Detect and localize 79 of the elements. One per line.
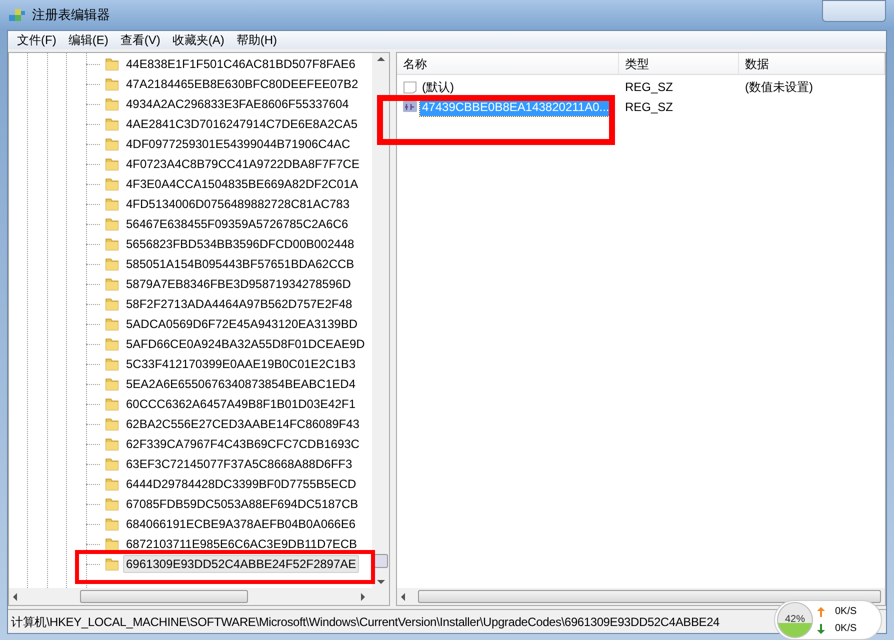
download-arrow-icon bbox=[817, 624, 825, 634]
tree-item[interactable]: 62BA2C556E27CED3AABE14FC86089F43 bbox=[123, 415, 362, 433]
tree-item[interactable]: 6872103711E985E6C6AC3E9DB11D7ECB bbox=[123, 535, 360, 553]
tree-item[interactable]: 47A2184465EB8E630BFC80DEEFEE07B2 bbox=[123, 75, 362, 93]
tree-item[interactable]: 5AFD66CE0A924BA32A55D8F01DCEAE9D bbox=[123, 335, 368, 353]
folder-icon bbox=[104, 356, 120, 372]
folder-icon bbox=[104, 396, 120, 412]
folder-icon bbox=[104, 56, 120, 72]
folder-icon bbox=[104, 476, 120, 492]
string-value-icon bbox=[402, 99, 418, 115]
tree-item[interactable]: 62F339CA7967F4C43B69CFC7CDB1693C bbox=[123, 435, 362, 453]
tree-item[interactable]: 67085FDB59DC5053A88EF694DC5187CB bbox=[123, 495, 362, 513]
value-name[interactable]: (默认) bbox=[420, 78, 456, 96]
folder-icon bbox=[104, 76, 120, 92]
tree-item[interactable]: 4AE2841C3D7016247914C7DE6E8A2CA5 bbox=[123, 115, 361, 133]
folder-icon bbox=[104, 456, 120, 472]
folder-icon bbox=[104, 376, 120, 392]
column-header[interactable]: 类型 bbox=[619, 53, 739, 74]
tree-item[interactable]: 4934A2AC296833E3FAE8606F55337604 bbox=[123, 95, 352, 113]
menu-item[interactable]: 查看(V) bbox=[115, 31, 166, 49]
gauge-fill bbox=[778, 622, 812, 637]
menu-item[interactable]: 收藏夹(A) bbox=[167, 31, 230, 49]
folder-icon bbox=[104, 156, 120, 172]
folder-icon bbox=[104, 316, 120, 332]
tree-item[interactable]: 5656823FBD534BB3596DFCD00B002448 bbox=[123, 235, 358, 253]
tree-item[interactable]: 5EA2A6E6550676340873854BEABC1ED4 bbox=[123, 375, 359, 393]
tree-item[interactable]: 63EF3C72145077F37A5C8668A88D6FF3 bbox=[123, 455, 356, 473]
folder-icon bbox=[104, 96, 120, 112]
horizontal-scrollbar[interactable] bbox=[397, 588, 885, 605]
menu-item[interactable]: 编辑(E) bbox=[63, 31, 114, 49]
tree-item[interactable]: 585051A154B095443BF57651BDA62CCB bbox=[123, 255, 358, 273]
tree-item[interactable]: 44E838E1F1F501C46AC81BD507F8FAE6 bbox=[123, 55, 358, 73]
registry-cubes-icon bbox=[8, 7, 26, 23]
status-path: 计算机\HKEY_LOCAL_MACHINE\SOFTWARE\Microsoft\Windows\CurrentVersion\Installer\UpgradeCodes\6961309E93DD52C4ABBE24 bbox=[11, 614, 720, 630]
folder-icon bbox=[104, 436, 120, 452]
tree-item[interactable]: 4FD5134006D0756489882728C81AC783 bbox=[123, 195, 353, 213]
folder-icon bbox=[104, 176, 120, 192]
column-header[interactable]: 数据 bbox=[739, 53, 885, 74]
upload-speed: 0K/S bbox=[835, 605, 857, 619]
close-button[interactable] bbox=[822, 0, 886, 22]
folder-icon bbox=[104, 136, 120, 152]
tree-item[interactable]: 6444D29784428DC3399BF0D7755B5ECD bbox=[123, 475, 360, 493]
value-type: REG_SZ bbox=[624, 99, 674, 116]
tree-item[interactable]: 58F2F2713ADA4464A97B562D757E2F48 bbox=[123, 295, 356, 313]
folder-icon bbox=[104, 256, 120, 272]
folder-icon bbox=[104, 296, 120, 312]
folder-icon bbox=[104, 216, 120, 232]
tree-item[interactable]: 4DF0977259301E54399044B71906C4AC bbox=[123, 135, 354, 153]
folder-icon bbox=[104, 556, 120, 572]
folder-icon bbox=[104, 496, 120, 512]
tree-item[interactable]: 4F0723A4C8B79CC41A9722DBA8F7F7CE bbox=[123, 155, 362, 173]
folder-icon bbox=[104, 516, 120, 532]
folder-icon bbox=[104, 336, 120, 352]
vertical-scrollbar[interactable] bbox=[372, 53, 389, 588]
upload-arrow-icon bbox=[817, 606, 825, 616]
tree-item[interactable]: 5C33F412170399E0AAE19B0C01E2C1B3 bbox=[123, 355, 359, 373]
download-speed: 0K/S bbox=[835, 622, 857, 636]
value-type: REG_SZ bbox=[624, 79, 674, 96]
folder-icon bbox=[104, 236, 120, 252]
tree-item[interactable]: 6961309E93DD52C4ABBE24F52F2897AE bbox=[123, 555, 360, 573]
folder-icon bbox=[104, 196, 120, 212]
window-title: 注册表编辑器 bbox=[32, 6, 110, 24]
folder-icon bbox=[104, 416, 120, 432]
horizontal-scrollbar[interactable] bbox=[9, 588, 389, 605]
folder-icon bbox=[104, 276, 120, 292]
usage-percent: 42% bbox=[785, 614, 805, 626]
menu-item[interactable]: 文件(F) bbox=[12, 31, 62, 49]
tree-item[interactable]: 684066191ECBE9A378AEFB04B0A066E6 bbox=[123, 515, 359, 533]
tree-item[interactable]: 5879A7EB8346FBE3D95871934278596D bbox=[123, 275, 354, 293]
tree-item[interactable]: 60CCC6362A6457A49B8F1B01D03E42F1 bbox=[123, 395, 358, 413]
value-data: (数值未设置) bbox=[744, 79, 814, 96]
menu-item[interactable]: 帮助(H) bbox=[231, 31, 282, 49]
document-icon bbox=[402, 79, 418, 95]
tree-item[interactable]: 56467E638455F09359A5726785C2A6C6 bbox=[123, 215, 352, 233]
folder-icon bbox=[104, 536, 120, 552]
tree-item[interactable]: 5ADCA0569D6F72E45A943120EA3139BD bbox=[123, 315, 360, 333]
column-header[interactable]: 名称 bbox=[397, 53, 619, 74]
tree-item[interactable]: 4F3E0A4CCA1504835BE669A82DF2C01A bbox=[123, 175, 362, 193]
folder-icon bbox=[104, 116, 120, 132]
